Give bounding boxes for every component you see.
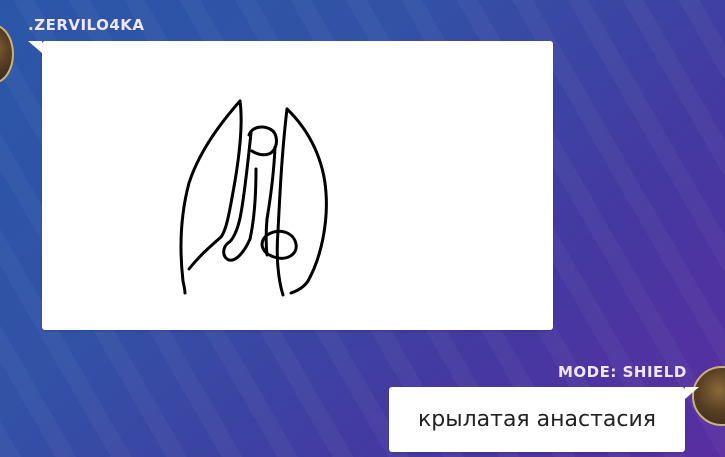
avatar-zervilo4ka[interactable] [0,24,14,84]
text-message-bubble[interactable]: крылатая анастасия [389,387,699,452]
message-text: крылатая анастасия [417,407,657,432]
drawing-message-bubble[interactable] [28,41,553,330]
username-mode-shield[interactable]: MODE: SHIELD [558,365,687,380]
drawing-stroke-right-inner [275,107,289,297]
drawing-canvas [179,99,328,297]
drawing-stroke-head [247,125,278,157]
drawing-stroke-right-wing [285,107,328,295]
username-zervilo4ka[interactable]: .ZERVILO4KA [28,18,145,33]
drawing-stroke-diagonal [187,235,223,271]
drawing-stroke-right-shaft [264,145,277,257]
